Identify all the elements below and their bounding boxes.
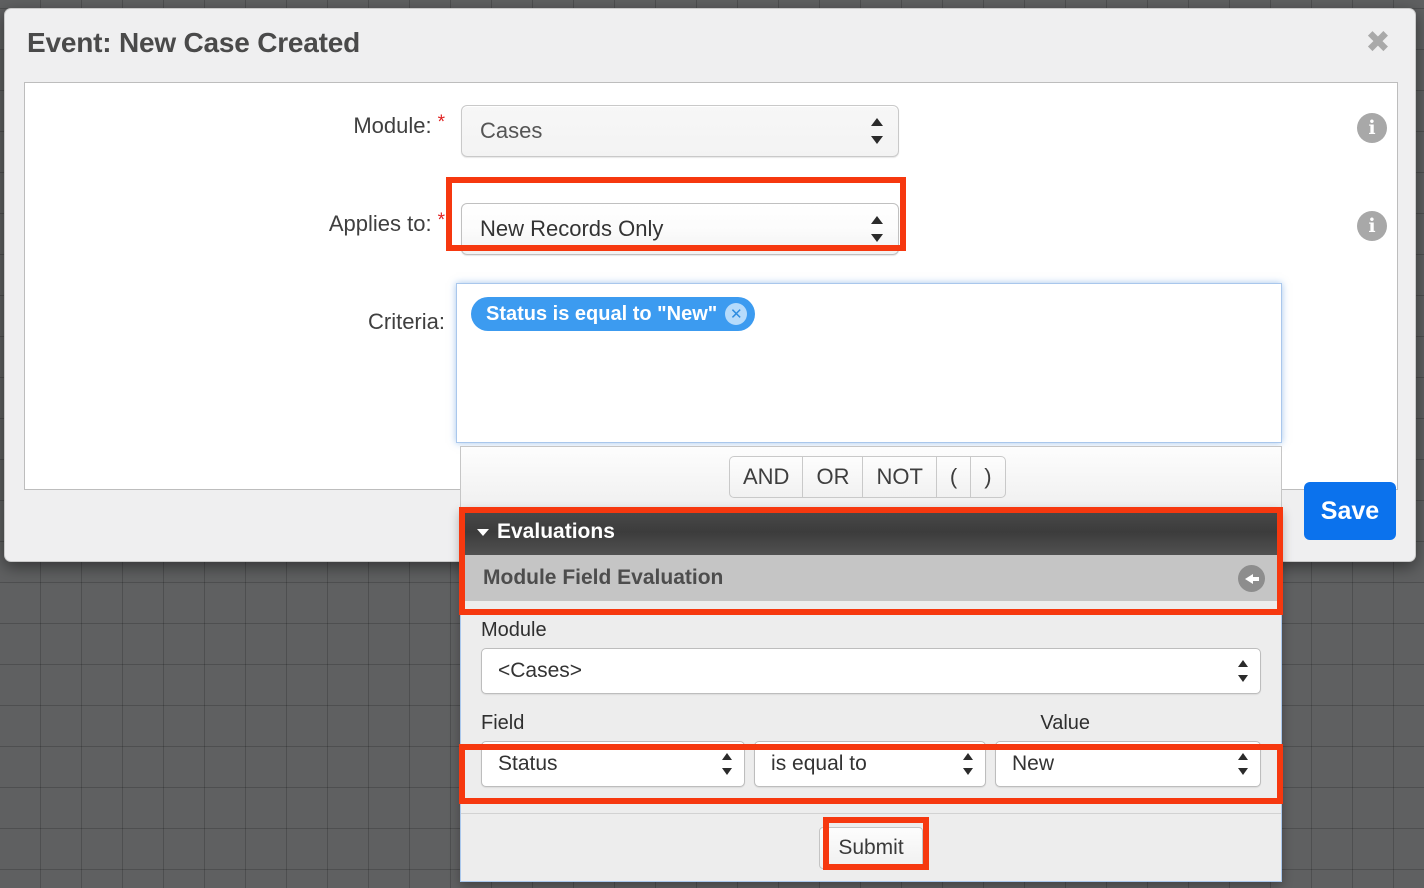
operator-button-and[interactable]: AND: [729, 456, 803, 498]
info-icon-applies-to[interactable]: i: [1357, 211, 1387, 241]
back-arrow-icon[interactable]: [1238, 565, 1265, 592]
evaluations-body: Module <Cases> Field Value Status is equ…: [461, 601, 1281, 787]
eval-module-select-value: <Cases>: [498, 659, 583, 682]
operator-button-close-paren[interactable]: ): [970, 456, 1006, 498]
module-field-evaluation-label: Module Field Evaluation: [483, 566, 724, 589]
eval-operator-select[interactable]: is equal to: [754, 741, 987, 787]
evaluations-header-label: Evaluations: [497, 520, 615, 543]
eval-value-select-value: New: [1012, 752, 1055, 775]
eval-field-select-value: Status: [498, 752, 558, 775]
module-select-value: Cases: [480, 118, 543, 143]
applies-to-label: Applies to: *: [328, 210, 445, 236]
chevron-updown-icon: [722, 752, 733, 776]
criteria-label: Criteria:: [367, 309, 445, 334]
save-button[interactable]: Save: [1304, 482, 1396, 540]
chevron-updown-icon: [871, 215, 884, 243]
criteria-input[interactable]: Status is equal to "New" ✕: [456, 283, 1282, 443]
eval-field-label: Field: [481, 712, 525, 734]
field-operator-value-row: Status is equal to New: [481, 741, 1261, 787]
operator-button-group: AND OR NOT ( ): [729, 456, 1006, 498]
remove-chip-icon[interactable]: ✕: [725, 303, 748, 325]
info-icon-module[interactable]: i: [1357, 113, 1387, 143]
criteria-chip[interactable]: Status is equal to "New" ✕: [471, 297, 756, 331]
submit-button[interactable]: Submit: [819, 826, 923, 869]
form-row-applies-to: Applies to: * New Records Only: [25, 203, 899, 255]
caret-down-icon: [477, 529, 489, 536]
evaluations-section-header[interactable]: Evaluations: [461, 509, 1281, 555]
form-row-module: Module: * Cases: [25, 105, 899, 157]
eval-value-select[interactable]: New: [995, 741, 1261, 787]
operator-button-not[interactable]: NOT: [862, 456, 936, 498]
eval-value-label: Value: [1040, 712, 1091, 734]
chevron-updown-icon: [1238, 752, 1249, 776]
evaluations-footer: Submit: [461, 813, 1281, 881]
operator-button-or[interactable]: OR: [802, 456, 863, 498]
page-title: Event: New Case Created: [27, 27, 361, 58]
module-select[interactable]: Cases: [461, 105, 899, 157]
eval-module-label: Module: [481, 619, 547, 641]
eval-operator-select-value: is equal to: [771, 752, 867, 775]
module-field-evaluation-row[interactable]: Module Field Evaluation: [461, 555, 1281, 601]
chevron-updown-icon: [963, 752, 974, 776]
form-row-criteria: Criteria:: [25, 301, 445, 335]
eval-field-select[interactable]: Status: [481, 741, 746, 787]
chevron-updown-icon: [871, 117, 884, 145]
required-marker: *: [437, 210, 445, 231]
eval-module-select[interactable]: <Cases>: [481, 648, 1261, 694]
required-marker: *: [437, 112, 445, 133]
criteria-chip-label: Status is equal to "New": [486, 302, 718, 325]
evaluations-panel: Evaluations Module Field Evaluation Modu…: [460, 508, 1282, 882]
label-spacer: [524, 712, 1040, 735]
operator-button-open-paren[interactable]: (: [935, 456, 971, 498]
dialog-header: Event: New Case Created ✖: [5, 9, 1415, 73]
chevron-updown-icon: [1238, 659, 1249, 683]
applies-to-select-value: New Records Only: [480, 216, 664, 241]
module-label: Module: *: [353, 112, 445, 138]
field-value-labels: Field Value: [481, 712, 1261, 735]
close-icon[interactable]: ✖: [1363, 28, 1393, 59]
operator-toolbar: AND OR NOT ( ): [460, 446, 1282, 508]
applies-to-select[interactable]: New Records Only: [461, 203, 899, 255]
